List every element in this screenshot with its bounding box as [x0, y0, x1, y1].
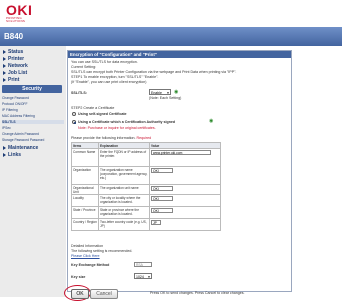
row-explanation: The organization unit name — [98, 184, 150, 195]
key-size-label: Key size — [71, 275, 86, 279]
row-item: Common Name — [71, 148, 99, 167]
row-explanation: State or province where the organization… — [98, 206, 150, 219]
self-signed-radio[interactable] — [72, 112, 76, 116]
ssl-tls-label: SSL/TLS: — [71, 91, 87, 95]
nav-item-security[interactable]: Security — [2, 85, 62, 93]
row-explanation: The city or locality where the organizat… — [98, 194, 150, 207]
chevron-down-icon: ▼ — [147, 275, 151, 279]
nav-item-job-list[interactable]: Job List — [0, 70, 66, 76]
common-name-field[interactable]: www.printer.oki.com — [151, 149, 211, 155]
key-size-select[interactable]: 1024 ▼ — [134, 273, 152, 279]
intro-line: Current Setting: — [71, 65, 97, 69]
organization-field[interactable]: OKI — [151, 167, 173, 173]
row-explanation: Two-letter country code (e.g. US, JP) — [98, 218, 150, 231]
ssl-tls-select[interactable]: Enable ▼ — [149, 89, 171, 95]
arrow-icon — [3, 56, 6, 61]
ca-signed-radio[interactable] — [72, 120, 76, 124]
panel-header: Encryption of "Configuration" and "Print… — [68, 51, 291, 58]
table-row: State / Province State or province where… — [71, 206, 221, 219]
sidebar-sub-ip-filtering[interactable]: IP Filtering — [2, 108, 64, 112]
country-field[interactable]: JP — [151, 219, 161, 225]
arrow-icon — [3, 77, 6, 82]
row-item: State / Province — [71, 206, 99, 219]
locality-field[interactable]: OKI — [151, 195, 173, 201]
page-title: B840 — [4, 32, 24, 41]
intro-line: STEP1 To enable encryption, turn "SSL/TL… — [71, 75, 159, 79]
certificate-note: Note: Purchase or inquire for original c… — [78, 126, 156, 130]
sidebar-sub-admin-password[interactable]: Change Admin Password — [2, 132, 64, 136]
ok-button[interactable]: OK — [71, 289, 89, 299]
sidebar-sub-mac-filtering[interactable]: MAC Address Filtering — [2, 114, 64, 118]
nav-item-printer[interactable]: Printer — [0, 56, 66, 62]
detailed-info-label: Detailed Information — [71, 244, 104, 248]
intro-line: SSL/TLS can encrypt both Printer Configu… — [71, 70, 237, 74]
intro-line: (If "Enable", you can use print client e… — [71, 80, 147, 84]
page-title-bar: B840 — [0, 27, 342, 46]
recommended-note: The following setting is recommended. — [71, 249, 133, 253]
ssl-settings-panel: Encryption of "Configuration" and "Print… — [67, 50, 292, 292]
help-icon[interactable]: ◉ — [174, 89, 178, 95]
cert-info-prompt: Please provide the following information… — [71, 136, 152, 140]
oki-logo: OKI PRINTING SOLUTIONS — [6, 2, 42, 23]
arrow-icon — [3, 145, 6, 150]
ssl-tls-hint: (Note: Each Setting) — [149, 96, 182, 100]
sidebar-sub-storage-password[interactable]: Storage Password Password — [2, 138, 64, 142]
nav-item-status[interactable]: Status — [0, 49, 66, 55]
org-unit-field[interactable]: OKI — [151, 185, 173, 191]
help-icon[interactable]: ◉ — [209, 118, 213, 124]
nav-item-maintenance[interactable]: Maintenance — [0, 145, 66, 151]
table-row: Common Name Enter the FQDN or IP address… — [71, 148, 221, 167]
row-explanation: Enter the FQDN or IP address of the prin… — [98, 148, 150, 167]
nav-item-print[interactable]: Print — [0, 77, 66, 83]
table-row: Country / Region Two-letter country code… — [71, 218, 221, 231]
table-row: Organization The organization name (corp… — [71, 166, 221, 185]
step2-label: STEP2 Create a Certificate — [71, 106, 115, 110]
sidebar-sub-ssl-tls[interactable]: SSL/TLS — [2, 120, 64, 124]
row-item: Country / Region — [71, 218, 99, 231]
table-row: Locality The city or locality where the … — [71, 194, 221, 207]
row-item: Locality — [71, 194, 99, 207]
state-field[interactable]: OKI — [151, 207, 173, 213]
certificate-info-table: Items Explanation Value Common Name Ente… — [71, 142, 221, 231]
arrow-icon — [3, 63, 6, 68]
logo-wordmark: OKI — [6, 2, 33, 18]
nav-item-links[interactable]: Links — [0, 152, 66, 158]
key-exchange-label: Key Exchange Method — [71, 263, 110, 267]
arrow-icon — [3, 152, 6, 157]
key-exchange-field: RSA — [134, 262, 152, 267]
cancel-button[interactable]: Cancel — [90, 289, 118, 299]
nav-item-network[interactable]: Network — [0, 63, 66, 69]
arrow-icon — [3, 49, 6, 54]
ca-signed-option-label: Using a Certificate which a Certificatio… — [78, 120, 176, 124]
footer-note: Press OK to send changes. Press Cancel t… — [150, 291, 245, 295]
sidebar-sub-protocol[interactable]: Protocol ON/OFF — [2, 102, 64, 106]
table-row: Organizational Unit The organization uni… — [71, 184, 221, 195]
row-explanation: The organization name (corporation, gove… — [98, 166, 150, 185]
required-mark: Required — [136, 136, 152, 140]
sidebar-sub-ipsec[interactable]: IPSec — [2, 126, 64, 130]
sidebar-sub-change-password[interactable]: Change Password — [2, 96, 64, 100]
row-item: Organization — [71, 166, 99, 185]
row-item: Organizational Unit — [71, 184, 99, 195]
arrow-icon — [3, 70, 6, 75]
intro-line: You can use SSL/TLS for data encryption. — [71, 60, 138, 64]
recommended-link[interactable]: Please Click Here — [71, 254, 100, 258]
self-signed-option-label: Using self-signed Certificate — [78, 112, 127, 116]
sidebar — [0, 46, 66, 297]
